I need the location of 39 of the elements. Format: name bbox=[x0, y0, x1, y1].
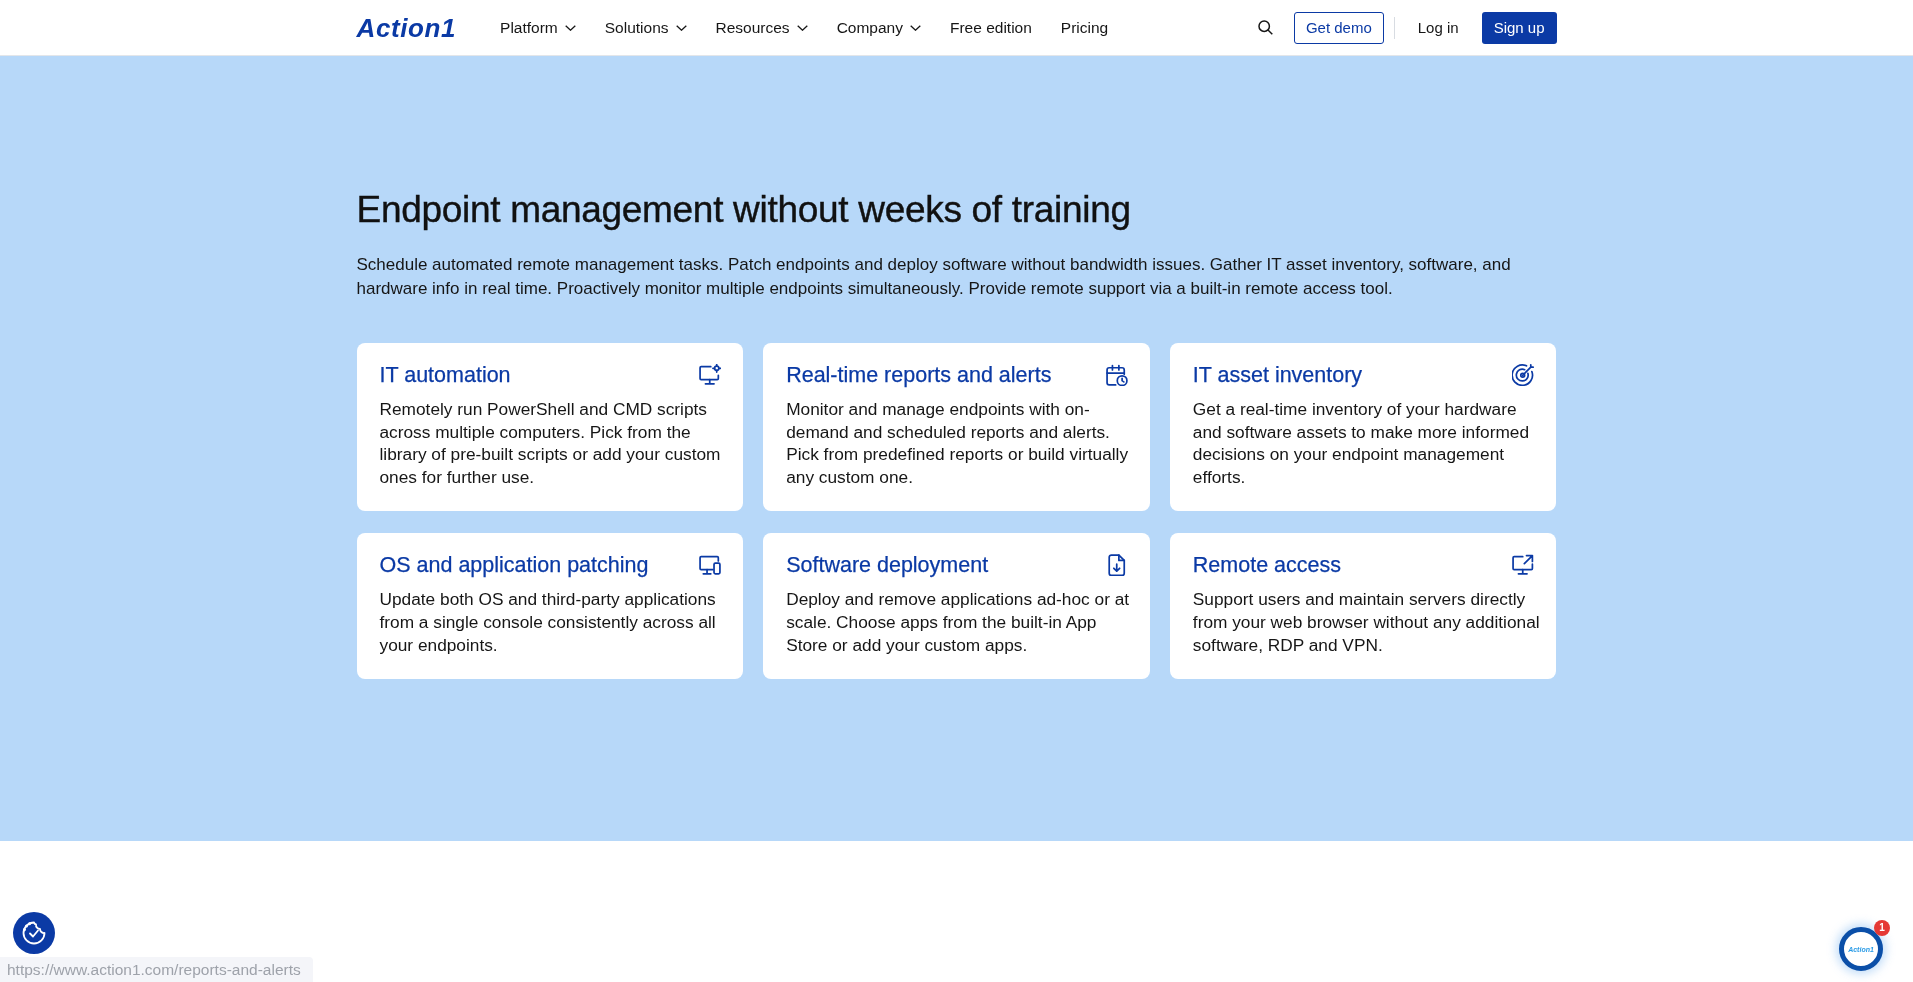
feature-title: IT asset inventory bbox=[1192, 362, 1363, 389]
feature-description: Get a real-time inventory of your hardware and software assets to make more informed decisions on your endpoint management efforts. bbox=[1192, 398, 1530, 489]
nav-link[interactable]: Solutions bbox=[604, 14, 687, 41]
section-description: Schedule automated remote management tasks. Patch endpoints and deploy software without bandwidth issues. Gather IT asset inventory, software, and hardware info in real time. Proactively monitor multiple endpoints simultaneously. Provide remote support via a built-in remote access tool. bbox=[356, 254, 1512, 300]
feature-title: OS and application patching bbox=[379, 552, 649, 580]
nav-link[interactable]: Resources bbox=[715, 14, 808, 41]
target-icon bbox=[1512, 364, 1535, 386]
chevron-down-icon bbox=[796, 24, 808, 31]
nav-link[interactable]: Platform bbox=[500, 14, 576, 41]
sign-up-button[interactable]: Sign up bbox=[1481, 11, 1557, 44]
chevron-down-icon bbox=[909, 24, 921, 31]
cookie-settings-button[interactable] bbox=[13, 912, 55, 954]
nav-link[interactable]: Company bbox=[836, 14, 921, 41]
cookie-check-icon bbox=[21, 920, 47, 946]
file-download-icon bbox=[1105, 554, 1128, 577]
monitor-phone-icon bbox=[699, 554, 722, 577]
feature-description: Deploy and remove applications ad-hoc or at scale. Choose apps from the built-in App Store or add your custom apps. bbox=[786, 588, 1131, 657]
section-heading: Endpoint management without weeks of training bbox=[356, 188, 1132, 232]
nav-link[interactable]: Free edition bbox=[949, 14, 1032, 41]
chevron-down-icon bbox=[564, 24, 576, 31]
log-in-link[interactable]: Log in bbox=[1415, 11, 1461, 44]
feature-description: Remotely run PowerShell and CMD scripts across multiple computers. Pick from the library of pre-built scripts or add your custom ones for further use. bbox=[379, 398, 722, 489]
search-icon[interactable] bbox=[1257, 20, 1273, 35]
nav-link[interactable]: Pricing bbox=[1060, 14, 1109, 41]
calendar-clock-icon bbox=[1105, 364, 1128, 386]
feature-title: Remote access bbox=[1192, 552, 1341, 580]
feature-description: Monitor and manage endpoints with on-demand and scheduled reports and alerts. Pick from predefined reports or build virtually any custom one. bbox=[786, 398, 1130, 489]
get-demo-button[interactable]: Get demo bbox=[1293, 11, 1384, 44]
feature-description: Update both OS and third-party applications from a single console consistently across all your endpoints. bbox=[379, 588, 717, 657]
status-bar-url: https://www.action1.com/reports-and-alerts bbox=[0, 957, 313, 982]
monitor-arrow-icon bbox=[1512, 554, 1535, 577]
feature-description: Support users and maintain servers directly from your web browser without any additional software, RDP and VPN. bbox=[1192, 588, 1541, 657]
notification-badge: 1 bbox=[1874, 920, 1890, 936]
feature-title: IT automation bbox=[379, 362, 511, 389]
monitor-gear-icon bbox=[699, 364, 722, 386]
logo[interactable]: Action1 bbox=[356, 14, 457, 41]
chevron-down-icon bbox=[675, 24, 687, 31]
feature-title: Software deployment bbox=[786, 552, 989, 580]
feature-title: Real-time reports and alerts bbox=[786, 362, 1052, 389]
